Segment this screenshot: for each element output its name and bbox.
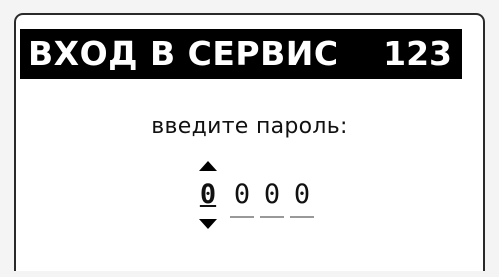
password-prompt: введите пароль: [151,114,348,139]
digit-4-underline [290,216,314,218]
header-bar: ВХОД В СЕРВИС 123 [20,29,462,79]
decrement-arrow-icon[interactable] [199,219,217,229]
password-digit-4[interactable]: 0 [289,178,315,212]
digit-2-underline [230,216,254,218]
screen-code: 123 [383,34,452,73]
password-digit-2[interactable]: 0 [229,178,255,212]
increment-arrow-icon[interactable] [199,161,217,171]
password-digit-1[interactable]: 0 [195,178,221,212]
digit-3-underline [260,216,284,218]
page-title: ВХОД В СЕРВИС [28,34,339,73]
password-digit-3[interactable]: 0 [259,178,285,212]
